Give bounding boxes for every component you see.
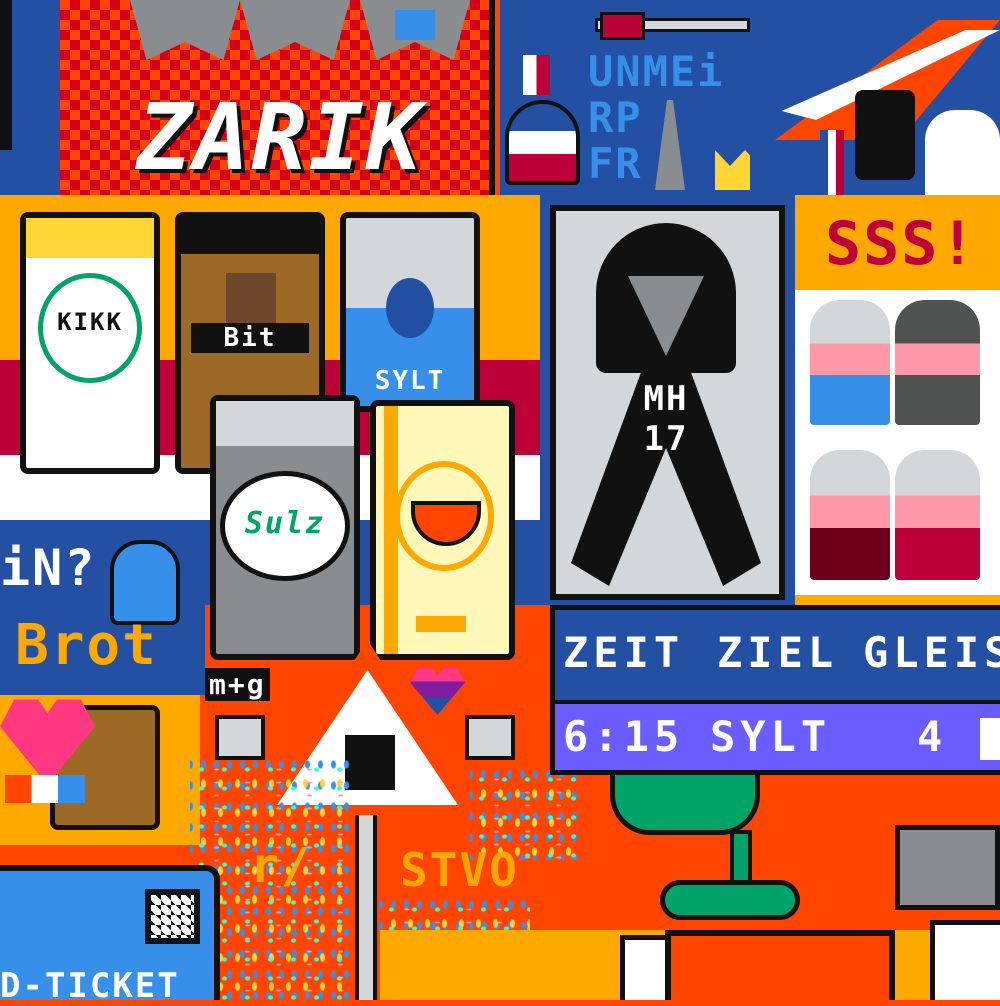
- board-row-time: 6:15: [563, 712, 685, 761]
- can-kikk-label: KIKK: [57, 308, 123, 336]
- character-icon-2: [895, 300, 980, 425]
- can-sulz-label: Sulz: [244, 506, 326, 541]
- can-sulz-lid: [216, 401, 354, 446]
- white-box-icon: [930, 920, 1000, 1000]
- stvo-prefix: r/: [250, 838, 312, 894]
- board-row-cursor: [980, 718, 1000, 760]
- plane-tile: [750, 0, 1000, 195]
- cat-face-icon-1: [215, 715, 265, 760]
- ribbon-line-2: 17: [643, 419, 689, 459]
- roadwork-worker-icon: [345, 735, 395, 790]
- can-sylt-label: SYLT: [374, 366, 446, 396]
- crown-gem-icon: [395, 10, 435, 40]
- departure-board: ZEIT ZIEL GLEIS 6:15 SYLT 4: [550, 605, 1000, 775]
- emblem-icon: [855, 90, 915, 180]
- characters-panel: [795, 290, 1000, 595]
- cat-face-icon-2: [465, 715, 515, 760]
- plant-base-icon: [660, 880, 800, 920]
- white-cup-icon: [620, 935, 670, 1000]
- character-icon-3: [810, 450, 890, 580]
- ribbon-tile: MH 17: [540, 195, 795, 605]
- bi-heart-icon: [410, 667, 465, 715]
- board-header-track: GLEIS: [863, 628, 1000, 677]
- small-flag-icon: [5, 775, 85, 803]
- board-row-dest: SYLT: [710, 712, 832, 761]
- unmei-line-2: RP: [588, 93, 643, 142]
- ribbon-frame: MH 17: [550, 205, 785, 600]
- can-bit-label: Bit: [191, 323, 309, 353]
- can-sylt-emblem: [386, 278, 434, 338]
- sword-hilt-icon: [600, 12, 645, 40]
- board-header-time: ZEIT: [563, 628, 685, 677]
- d-ticket-tile: D-TICKET: [0, 865, 220, 1006]
- can-bit-top: [181, 218, 319, 254]
- board-row: 6:15 SYLT 4: [555, 700, 1000, 770]
- french-flag-icon: [510, 55, 550, 95]
- unmei-line-1: UNMEi: [588, 47, 725, 96]
- board-row-track: 4: [917, 712, 945, 761]
- heart-chest-tile: [0, 695, 200, 845]
- can-sulz: Sulz: [210, 395, 360, 660]
- unmei-tile: UNMEi RP FR: [500, 0, 775, 195]
- can-kikk-top: [26, 218, 154, 258]
- zarik-tile: ZARIK: [60, 0, 495, 195]
- sss-tile: SSS!: [795, 195, 1000, 605]
- brot-label: Brot: [15, 613, 158, 678]
- tower-icon: [655, 100, 685, 190]
- can-bit-emblem: [226, 273, 276, 323]
- plant-leaves-icon: [610, 775, 760, 835]
- orange-box-icon: [665, 930, 895, 1000]
- sign-pole: [355, 815, 377, 1000]
- can-orange-dots: [416, 616, 466, 632]
- character-icon-4: [895, 450, 980, 580]
- crown-icon-1: [130, 0, 240, 60]
- board-header-dest: ZIEL: [717, 628, 839, 677]
- sss-label: SSS!: [825, 209, 978, 279]
- can-orange: [370, 400, 515, 660]
- unmei-line-3: FR: [588, 139, 643, 188]
- ball-character-icon: [505, 100, 580, 185]
- crown-icon-2: [240, 0, 350, 60]
- brot-question: iN?: [0, 539, 97, 597]
- d-ticket-label: D-TICKET: [0, 966, 180, 1006]
- zarik-label: ZARIK: [136, 84, 424, 191]
- ghost-icon: [925, 110, 1000, 195]
- mg-label: m+g: [205, 668, 270, 701]
- can-sylt: SYLT: [340, 212, 480, 412]
- left-edge-black: [0, 0, 12, 150]
- gray-machine-icon: [895, 825, 1000, 910]
- ribbon-line-1: MH: [643, 379, 689, 419]
- stvo-label: STVO: [400, 843, 519, 897]
- flag-stripe-icon: [820, 130, 844, 195]
- character-icon-1: [810, 300, 890, 425]
- can-kikk: KIKK: [20, 212, 160, 474]
- brot-tile: iN? Brot: [0, 520, 205, 695]
- qr-code-icon: [145, 889, 200, 944]
